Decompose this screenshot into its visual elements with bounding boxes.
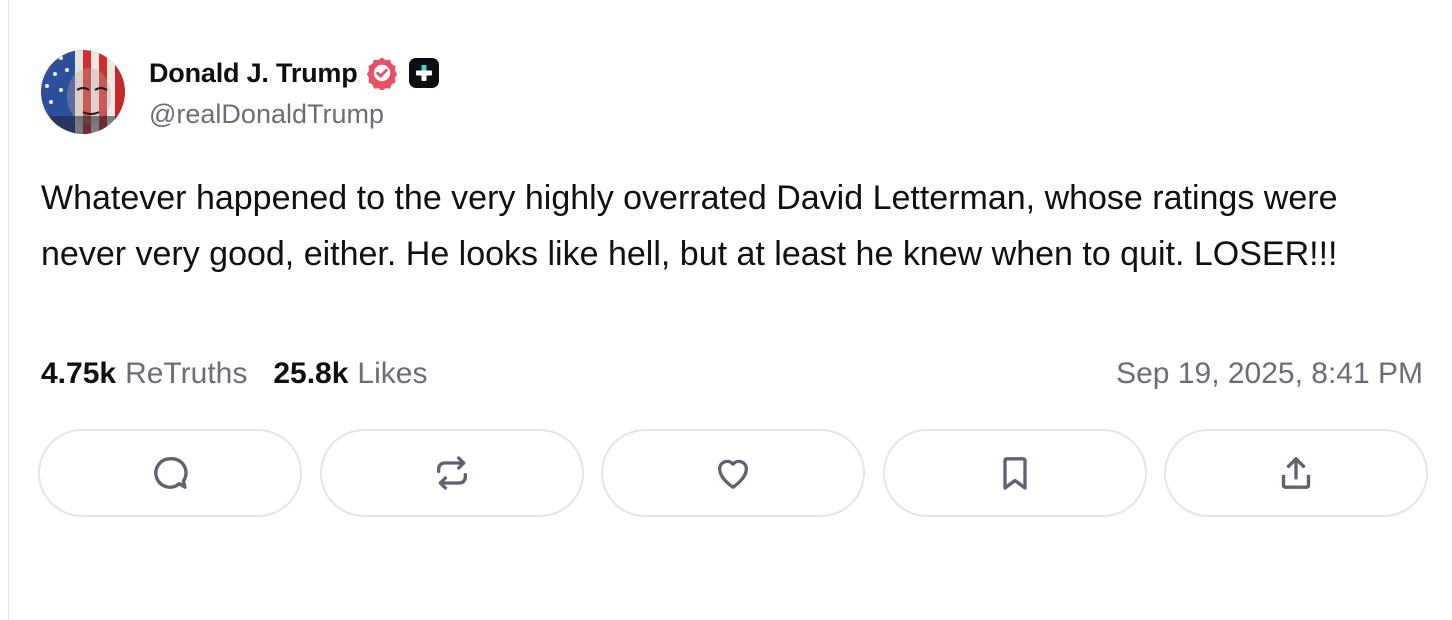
user-handle[interactable]: @realDonaldTrump [149, 99, 439, 130]
repost-icon [436, 456, 467, 490]
retruths-count: 4.75k [41, 357, 117, 390]
post-card: Donald J. Trump @realDonaldTrump Whateve… [0, 0, 1452, 620]
retruths-stat[interactable]: 4.75k ReTruths [41, 357, 247, 391]
retruths-label: ReTruths [125, 357, 248, 390]
likes-count: 25.8k [273, 357, 349, 390]
avatar-image [41, 50, 125, 134]
author-info: Donald J. Trump @realDonaldTrump [149, 55, 439, 130]
truth-plus-badge-icon [408, 58, 439, 88]
display-name[interactable]: Donald J. Trump [149, 58, 358, 89]
post-body: Whatever happened to the very highly ove… [41, 179, 1338, 273]
post-stats: 4.75k ReTruths 25.8k Likes [41, 357, 427, 391]
bookmark-icon [1002, 457, 1027, 490]
likes-stat[interactable]: 25.8k Likes [273, 357, 427, 391]
action-bar [38, 429, 1428, 517]
post-timestamp[interactable]: Sep 19, 2025, 8:41 PM [1116, 357, 1423, 391]
bookmark-button[interactable] [882, 429, 1147, 517]
reply-button[interactable] [38, 429, 302, 517]
share-button[interactable] [1164, 429, 1428, 517]
avatar[interactable] [41, 50, 125, 134]
share-icon [1281, 457, 1311, 489]
name-row: Donald J. Trump [149, 55, 439, 91]
retruth-button[interactable] [319, 429, 584, 517]
verified-badge-icon [366, 57, 397, 90]
like-button[interactable] [601, 429, 865, 517]
reply-icon [154, 457, 188, 489]
likes-label: Likes [357, 357, 428, 390]
heart-icon [718, 459, 748, 489]
